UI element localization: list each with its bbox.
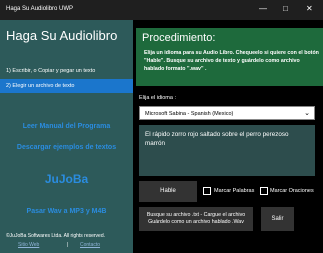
app-title: Haga Su Audiolibro bbox=[6, 28, 118, 43]
main-panel: Procedimiento: Elija un idioma para su A… bbox=[133, 20, 323, 253]
exit-button[interactable]: Salir bbox=[261, 207, 294, 231]
text-input[interactable]: El rápido zorro rojo saltado sobre el pe… bbox=[139, 125, 315, 176]
mark-sentences-label: Marcar Oraciones bbox=[270, 188, 314, 194]
website-link[interactable]: Sitio Web bbox=[18, 242, 39, 248]
download-examples-link[interactable]: Descargar ejemplos de textos bbox=[6, 144, 127, 151]
jujoba-logo[interactable]: JuJoBa bbox=[6, 172, 127, 186]
load-save-wav-button[interactable]: Busque su archivo .txt - Cargue el archi… bbox=[139, 207, 253, 231]
voice-selected-value: Microsoft Sabina - Spanish (Mexico) bbox=[145, 111, 234, 117]
chevron-down-icon: ⌄ bbox=[304, 110, 310, 117]
voice-label: Elija el idioma : bbox=[139, 95, 176, 101]
mark-words-checkbox[interactable] bbox=[203, 187, 211, 195]
procedure-box: Procedimiento: Elija un idioma para su A… bbox=[136, 28, 323, 86]
sidebar: Haga Su Audiolibro 1) Escribir, o Copiar… bbox=[0, 20, 133, 253]
read-manual-link[interactable]: Leer Manual del Programa bbox=[6, 123, 127, 130]
window-title: Haga Su Audiolibro UWP bbox=[6, 6, 74, 12]
step-write-text[interactable]: 1) Escribir, o Copiar y pegar un texto bbox=[0, 64, 133, 78]
maximize-icon[interactable]: □ bbox=[283, 4, 288, 14]
mark-sentences-checkbox[interactable] bbox=[260, 187, 268, 195]
mark-words-label: Marcar Palabras bbox=[214, 188, 255, 194]
procedure-heading: Procedimiento: bbox=[142, 32, 216, 44]
procedure-text: Elija un idioma para su Audio Libro. Che… bbox=[144, 50, 319, 72]
footer-separator: | bbox=[67, 242, 69, 248]
voice-select[interactable]: Microsoft Sabina - Spanish (Mexico) ⌄ bbox=[139, 106, 315, 120]
step-choose-file[interactable]: 2) Elegir un archivo de texto bbox=[0, 79, 133, 93]
close-icon[interactable]: ✕ bbox=[306, 4, 313, 14]
speak-button[interactable]: Hable bbox=[139, 181, 197, 202]
contact-link[interactable]: Contacto bbox=[80, 242, 100, 248]
copyright-text: ©JuJoBa Softwares Ltda. All rights reser… bbox=[6, 233, 106, 239]
minimize-icon[interactable]: — bbox=[259, 4, 267, 14]
convert-wav-link[interactable]: Pasar Wav a MP3 y M4B bbox=[6, 208, 127, 215]
title-bar: Haga Su Audiolibro UWP — □ ✕ bbox=[0, 0, 323, 20]
